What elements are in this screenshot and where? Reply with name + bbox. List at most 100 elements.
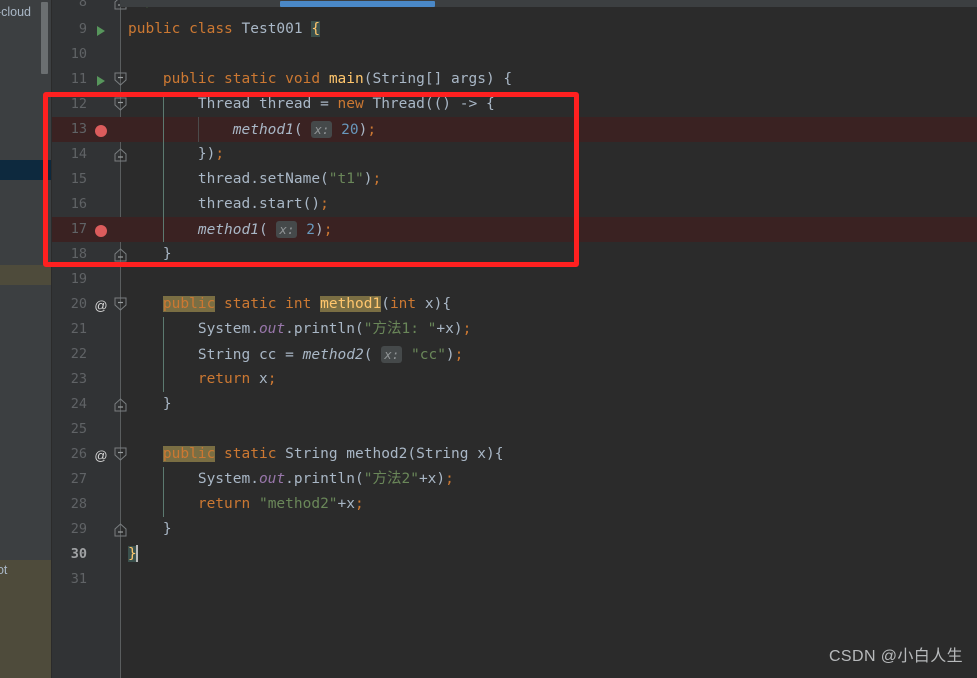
token: { [311,21,321,37]
breakpoint-icon-slot[interactable] [90,117,112,142]
run-triangle-icon[interactable] [97,25,105,36]
code-line[interactable]: } [120,392,977,417]
line-number: 21 [70,321,87,337]
token: public [128,21,181,37]
line-number: 29 [70,521,87,537]
horizontal-scrollbar-track[interactable] [120,0,977,7]
text-caret [135,545,138,562]
code-line[interactable] [120,567,977,592]
code-line[interactable]: System.out.println("方法2"+x); [120,467,977,492]
code-line[interactable]: } [120,542,977,567]
project-tree-item-label: p-cloud [0,5,31,19]
code-line-text: public static int method1(int x){ [128,292,451,317]
code-line-text: System.out.println("方法2"+x); [128,467,454,492]
code-line[interactable]: } [120,242,977,267]
project-tool-window[interactable]: p-cloud oot [0,0,52,678]
code-line[interactable]: return "method2"+x; [120,492,977,517]
token: x){ [416,296,452,312]
project-tree-item-highlighted-2[interactable]: oot [0,560,52,678]
line-number: 12 [70,96,87,112]
code-line-text: }); [128,142,224,167]
code-line[interactable]: } [120,517,977,542]
token: String method2 [285,446,408,462]
code-line[interactable] [120,42,977,67]
token: } [162,246,172,262]
line-number: 16 [70,196,87,212]
project-tree-item-highlighted-1[interactable] [0,265,52,285]
code-line[interactable]: thread.start(); [120,192,977,217]
code-line[interactable]: public static int method1(int x){ [120,292,977,317]
code-line[interactable]: return x; [120,367,977,392]
token: method1 [197,222,259,238]
line-number: 30 [70,546,87,562]
token: ; [454,347,464,363]
token: ; [215,146,225,162]
code-line[interactable]: public static void main(String[] args) { [120,67,977,92]
token: public [162,71,216,87]
code-line-text: String cc = method2( x: "cc"); [128,342,463,368]
code-line[interactable]: method1( x: 20); [120,117,977,142]
annotation-at-icon[interactable]: @ [94,443,107,468]
code-line-text: method1( x: 2); [128,217,332,243]
csdn-watermark: CSDN @小白人生 [828,648,963,665]
line-number: 13 [70,121,87,137]
breakpoint-icon[interactable] [95,124,107,137]
run-triangle-icon[interactable] [97,75,105,86]
project-tree-item-selected[interactable] [0,160,52,180]
line-number: 8 [78,0,87,10]
breakpoint-icon-slot[interactable] [90,217,112,242]
code-line-text: public static void main(String[] args) { [128,67,512,92]
code-line-text: } [128,242,172,267]
line-number: 20 [70,296,87,312]
code-editor[interactable]: */public class Test001 { public static v… [120,0,977,678]
code-line[interactable]: Thread thread = new Thread(() -> { [120,92,977,117]
token: thread.setName( [197,171,329,187]
line-number: 25 [70,421,87,437]
run-triangle-icon-slot[interactable] [90,17,112,42]
code-line[interactable]: }); [120,142,977,167]
token: out [258,471,286,487]
annotation-at-icon-slot[interactable]: @ [90,292,112,317]
code-line-text: } [128,542,138,567]
breakpoint-icon[interactable] [95,224,107,237]
annotation-at-icon-slot[interactable]: @ [90,442,112,467]
code-line[interactable] [120,417,977,442]
line-number: 15 [70,171,87,187]
token: return [197,496,251,512]
code-line[interactable]: thread.setName("t1"); [120,167,977,192]
token: thread.start() [197,196,321,212]
line-number: 23 [70,371,87,387]
run-triangle-icon-slot[interactable] [90,67,112,92]
token: public [162,446,216,462]
token: ; [267,371,277,387]
token: ( [293,122,312,138]
code-line[interactable]: public class Test001 { [120,17,977,42]
horizontal-scrollbar[interactable] [280,1,435,7]
project-panel-scrollbar[interactable] [41,2,48,74]
token: String cc [197,347,286,363]
code-line[interactable]: method1( x: 2); [120,217,977,242]
token: ( [363,347,382,363]
annotation-at-icon[interactable]: @ [94,293,107,318]
line-number: 27 [70,471,87,487]
token: } [162,396,172,412]
code-line[interactable] [120,267,977,292]
parameter-name-hint: x: [276,221,298,238]
code-line[interactable]: String cc = method2( x: "cc"); [120,342,977,367]
token: ; [355,496,364,512]
code-line[interactable]: public static String method2(String x){ [120,442,977,467]
code-line[interactable]: System.out.println("方法1: "+x); [120,317,977,342]
code-line-text: return "method2"+x; [128,492,364,517]
parameter-name-hint: x: [381,346,403,363]
